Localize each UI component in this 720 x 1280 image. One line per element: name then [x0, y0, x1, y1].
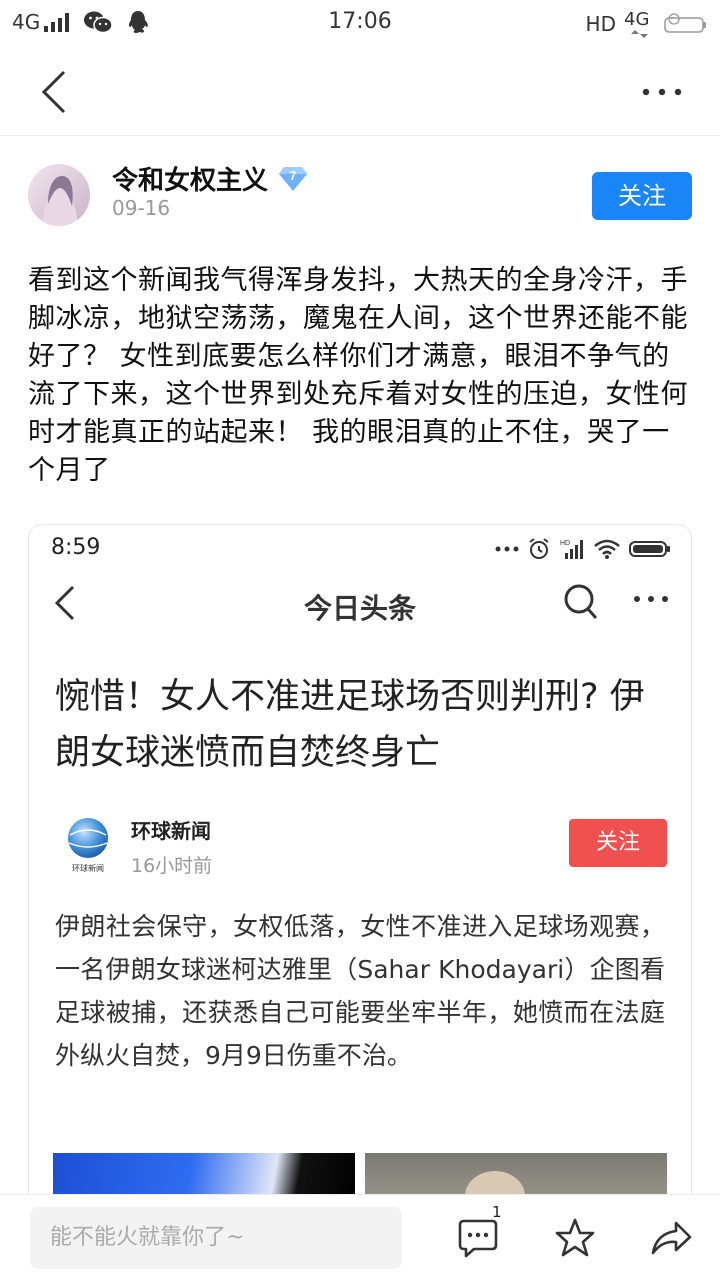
- battery-icon: [629, 541, 670, 557]
- more-options-icon: [634, 596, 668, 602]
- status-right: HD 4G: [586, 9, 708, 39]
- post-body-text: 看到这个新闻我气得浑身发抖，大热天的全身冷汗，手脚冰凉，地狱空荡荡，魔鬼在人间，…: [28, 265, 688, 486]
- alarm-icon: [529, 538, 549, 559]
- hd-signal-icon: HD: [560, 540, 583, 559]
- verified-badge-icon: 7: [278, 166, 308, 192]
- comment-input[interactable]: 能不能火就靠你了~: [30, 1207, 402, 1269]
- svg-text:HD: HD: [560, 540, 570, 547]
- comment-count: 1: [492, 1203, 502, 1221]
- verified-level: 7: [289, 168, 297, 183]
- post-header: 令和女权主义 7 09-16 关注: [28, 158, 692, 238]
- author-line: 令和女权主义 7: [112, 160, 308, 197]
- back-arrow-icon[interactable]: [36, 70, 76, 114]
- news-source-logo-text: 环球新闻: [72, 863, 104, 873]
- news-source-time: 16小时前: [131, 855, 213, 877]
- follow-button[interactable]: 关注: [592, 172, 692, 220]
- embedded-summary: 伊朗社会保守，女权低落，女性不准进入足球场观赛，一名伊朗女球迷柯达雅里（Saha…: [55, 912, 665, 1070]
- embedded-headline: 惋惜！女人不准进足球场否则判刑? 伊朗女球迷愤而自焚终身亡: [55, 677, 645, 773]
- embedded-time: 8:59: [51, 535, 101, 560]
- share-icon[interactable]: [650, 1217, 694, 1259]
- embedded-follow-button: 关注: [569, 819, 667, 867]
- comment-icon[interactable]: [458, 1217, 498, 1259]
- news-source-name: 环球新闻: [131, 819, 211, 843]
- author-name[interactable]: 令和女权主义: [112, 160, 268, 197]
- network-type-right: 4G: [624, 9, 650, 30]
- news-source-logo: 环球新闻: [68, 818, 108, 873]
- embedded-nav-bar: 今日头条: [29, 573, 691, 633]
- embedded-screenshot[interactable]: 8:59 HD 今日头条 惋惜！女人不准进足球场否则判刑? 伊朗女球迷愤而自焚终…: [28, 524, 692, 1214]
- post-date: 09-16: [112, 196, 171, 220]
- more-options-icon[interactable]: [640, 76, 684, 108]
- star-favorite-icon[interactable]: [554, 1217, 596, 1259]
- avatar-image: [28, 164, 90, 226]
- status-bar: 4G 17:06 HD 4G: [0, 0, 720, 48]
- search-icon: [564, 584, 598, 619]
- avatar[interactable]: [28, 164, 90, 226]
- embedded-status-bar: 8:59 HD: [29, 533, 691, 565]
- network-indicator: 4G: [624, 9, 654, 39]
- hd-indicator: HD: [585, 12, 616, 36]
- data-arrows-icon: [631, 30, 648, 38]
- embedded-source: 环球新闻 环球新闻 16小时前 关注: [55, 811, 667, 881]
- battery-icon: [664, 13, 706, 33]
- dots-icon: [495, 546, 519, 552]
- embedded-status-icons: HD: [495, 537, 671, 561]
- nav-bar: [0, 48, 720, 136]
- bottom-bar: 能不能火就靠你了~ 1: [0, 1194, 720, 1280]
- wifi-icon: [594, 539, 620, 559]
